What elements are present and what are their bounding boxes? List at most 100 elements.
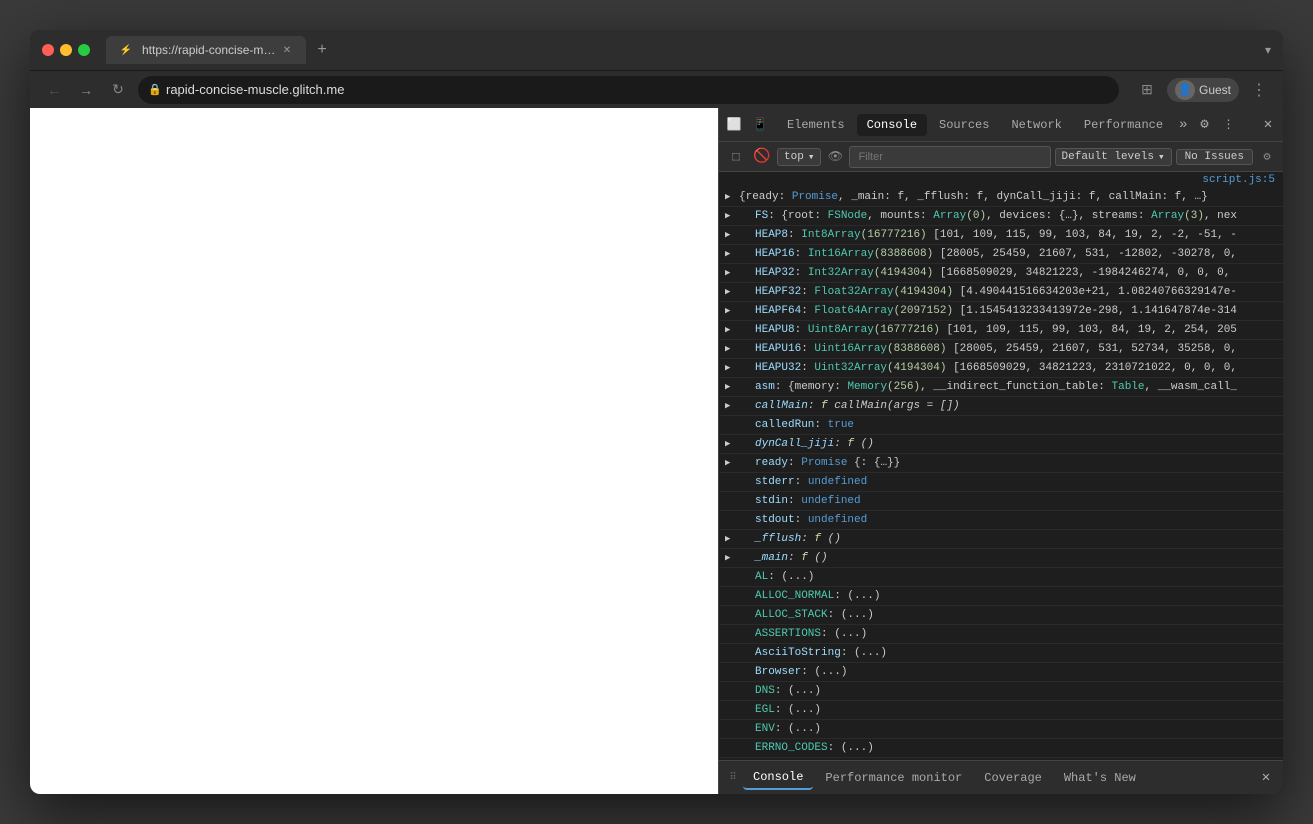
tab-elements[interactable]: Elements — [777, 114, 855, 136]
drawer-tab-whats-new[interactable]: What's New — [1054, 767, 1146, 789]
expand-arrow-icon: ▶ — [725, 227, 730, 243]
console-line-text: calledRun: true — [755, 419, 854, 431]
tab-network[interactable]: Network — [1001, 114, 1071, 136]
console-line-text: FS: {root: FSNode, mounts: Array(0), dev… — [755, 210, 1237, 222]
tab-performance[interactable]: Performance — [1074, 114, 1173, 136]
context-chevron-icon: ▾ — [808, 150, 815, 164]
console-clear-icon[interactable]: 🚫 — [751, 146, 773, 168]
expand-arrow-icon: ▶ — [725, 322, 730, 338]
address-input[interactable]: rapid-concise-muscle.glitch.me — [138, 76, 1119, 104]
console-line-text: dynCall_jiji: f () — [755, 438, 874, 450]
console-line[interactable]: ERRNO_CODES: (...) — [719, 739, 1283, 758]
devtools-more-options-icon[interactable]: ⋮ — [1218, 114, 1240, 136]
back-button[interactable]: ← — [42, 78, 66, 102]
devtools-panel: ⬜ 📱 Elements Console Sources Network Per… — [718, 108, 1283, 794]
expand-arrow-icon: ▶ — [725, 265, 730, 281]
drawer-drag-handle-icon[interactable]: ⠿ — [725, 761, 741, 795]
device-toolbar-icon[interactable]: 📱 — [749, 114, 771, 136]
url-text: rapid-concise-muscle.glitch.me — [166, 82, 344, 97]
tab-close-icon[interactable]: ✕ — [280, 43, 294, 57]
drawer-tab-coverage[interactable]: Coverage — [974, 767, 1052, 789]
console-line[interactable]: ▶HEAPF32: Float32Array(4194304) [4.49044… — [719, 283, 1283, 302]
console-line[interactable]: ▶HEAP16: Int16Array(8388608) [28005, 254… — [719, 245, 1283, 264]
console-line[interactable]: ▶FS: {root: FSNode, mounts: Array(0), de… — [719, 207, 1283, 226]
tab-title: https://rapid-concise-muscle.g... — [142, 43, 276, 57]
console-line[interactable]: ▶HEAPU16: Uint16Array(8388608) [28005, 2… — [719, 340, 1283, 359]
tab-sources[interactable]: Sources — [929, 114, 999, 136]
tab-area: ⚡ https://rapid-concise-muscle.g... ✕ + — [106, 36, 1257, 64]
filter-input[interactable] — [849, 146, 1050, 168]
expand-arrow-icon: ▶ — [725, 284, 730, 300]
script-ref[interactable]: script.js:5 — [719, 172, 1283, 188]
expand-arrow-icon: ▶ — [725, 436, 730, 452]
console-line[interactable]: stdin: undefined — [719, 492, 1283, 511]
inspect-element-icon[interactable]: ⬜ — [723, 114, 745, 136]
console-line[interactable]: ▶HEAP32: Int32Array(4194304) [1668509029… — [719, 264, 1283, 283]
console-line[interactable]: ▶asm: {memory: Memory(256), __indirect_f… — [719, 378, 1283, 397]
title-bar-right: ▾ — [1265, 43, 1271, 57]
console-line-text: DNS: (...) — [755, 685, 821, 697]
tab-strip-chevron-icon[interactable]: ▾ — [1265, 43, 1271, 57]
console-line[interactable]: Browser: (...) — [719, 663, 1283, 682]
console-line[interactable]: ▶{ready: Promise, _main: f, _fflush: f, … — [719, 188, 1283, 207]
console-line[interactable]: stdout: undefined — [719, 511, 1283, 530]
console-line-text: HEAPU8: Uint8Array(16777216) [101, 109, … — [755, 324, 1237, 336]
console-output[interactable]: script.js:5 ▶{ready: Promise, _main: f, … — [719, 172, 1283, 760]
console-line[interactable]: ALLOC_STACK: (...) — [719, 606, 1283, 625]
console-line[interactable]: ▶HEAPF64: Float64Array(2097152) [1.15454… — [719, 302, 1283, 321]
devtools-close-icon[interactable]: ✕ — [1257, 114, 1279, 136]
console-line[interactable]: ENV: (...) — [719, 720, 1283, 739]
console-line-text: HEAPU16: Uint16Array(8388608) [28005, 25… — [755, 343, 1237, 355]
console-line[interactable]: stderr: undefined — [719, 473, 1283, 492]
console-line[interactable]: ▶ dynCall_jiji: f () — [719, 435, 1283, 454]
maximize-button[interactable] — [78, 44, 90, 56]
address-bar: ← → ↻ 🔒 rapid-concise-muscle.glitch.me ⊞… — [30, 70, 1283, 108]
profile-area[interactable]: 👤 Guest — [1167, 78, 1239, 102]
console-inspect-icon[interactable]: ⬚ — [725, 146, 747, 168]
active-tab[interactable]: ⚡ https://rapid-concise-muscle.g... ✕ — [106, 36, 306, 64]
browser-window: ⚡ https://rapid-concise-muscle.g... ✕ + … — [30, 30, 1283, 794]
console-line[interactable]: AL: (...) — [719, 568, 1283, 587]
devtools-settings-icon[interactable]: ⚙ — [1194, 114, 1216, 136]
console-line[interactable]: ▶_main: f () — [719, 549, 1283, 568]
console-toolbar: ⬚ 🚫 top ▾ 👁 Default levels ▾ No Issues ⚙ — [719, 142, 1283, 172]
console-line[interactable]: calledRun: true — [719, 416, 1283, 435]
console-line[interactable]: ERRNO_MESSAGES: (...) — [719, 758, 1283, 760]
forward-button[interactable]: → — [74, 78, 98, 102]
expand-arrow-icon: ▶ — [725, 550, 730, 566]
addr-right-icons: ⊞ — [1135, 78, 1159, 102]
new-tab-button[interactable]: + — [310, 38, 334, 62]
devtools-drawer: ⠿ Console Performance monitor Coverage W… — [719, 760, 1283, 794]
more-tabs-icon[interactable]: » — [1175, 117, 1191, 133]
minimize-button[interactable] — [60, 44, 72, 56]
bookmarks-icon[interactable]: ⊞ — [1135, 78, 1159, 102]
console-line[interactable]: ▶_fflush: f () — [719, 530, 1283, 549]
console-line[interactable]: ASSERTIONS: (...) — [719, 625, 1283, 644]
expand-arrow-icon: ▶ — [725, 455, 730, 471]
console-line[interactable]: ▶ HEAPU8: Uint8Array(16777216) [101, 109,… — [719, 321, 1283, 340]
console-settings-icon[interactable]: ⚙ — [1257, 147, 1277, 167]
eye-icon[interactable]: 👁 — [825, 147, 845, 167]
console-line-text: HEAPF64: Float64Array(2097152) [1.154541… — [755, 305, 1237, 317]
browser-menu-button[interactable]: ⋮ — [1247, 78, 1271, 102]
console-line[interactable]: ▶HEAPU32: Uint32Array(4194304) [16685090… — [719, 359, 1283, 378]
reload-button[interactable]: ↻ — [106, 78, 130, 102]
drawer-tab-console[interactable]: Console — [743, 766, 813, 790]
console-line[interactable]: EGL: (...) — [719, 701, 1283, 720]
expand-arrow-icon: ▶ — [725, 379, 730, 395]
issues-badge[interactable]: No Issues — [1176, 149, 1253, 165]
lock-icon: 🔒 — [148, 83, 162, 96]
close-button[interactable] — [42, 44, 54, 56]
console-line[interactable]: ALLOC_NORMAL: (...) — [719, 587, 1283, 606]
console-line-text: ready: Promise {: {…}} — [755, 457, 900, 469]
console-line[interactable]: DNS: (...) — [719, 682, 1283, 701]
console-line[interactable]: AsciiToString: (...) — [719, 644, 1283, 663]
levels-selector[interactable]: Default levels ▾ — [1055, 148, 1172, 166]
tab-console[interactable]: Console — [857, 114, 927, 136]
context-selector[interactable]: top ▾ — [777, 148, 821, 166]
drawer-tab-performance-monitor[interactable]: Performance monitor — [815, 767, 972, 789]
console-line[interactable]: ▶ ready: Promise {: {…}} — [719, 454, 1283, 473]
console-line[interactable]: ▶callMain: f callMain(args = []) — [719, 397, 1283, 416]
drawer-close-icon[interactable]: ✕ — [1255, 767, 1277, 789]
console-line[interactable]: ▶HEAP8: Int8Array(16777216) [101, 109, 1… — [719, 226, 1283, 245]
